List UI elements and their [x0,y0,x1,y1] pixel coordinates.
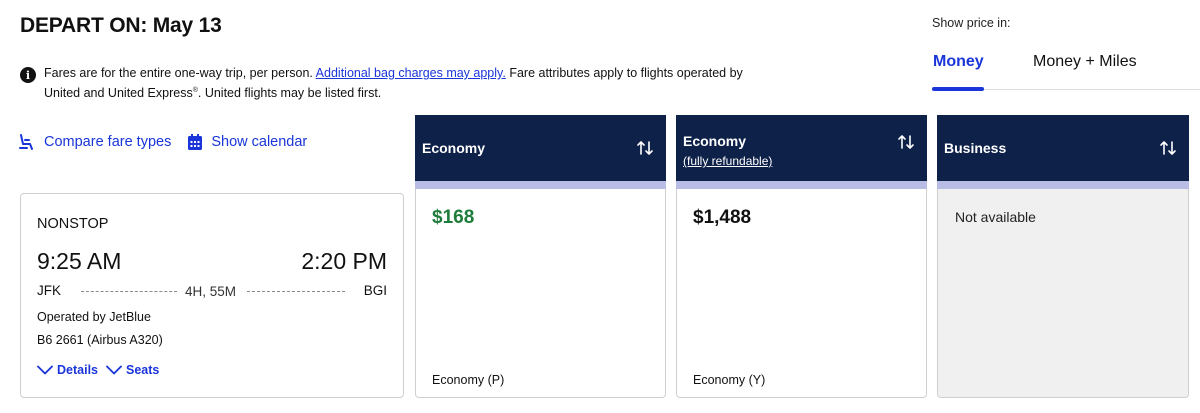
sort-icon[interactable] [636,139,654,157]
seats-button[interactable]: Seats [106,363,159,377]
details-label: Details [57,363,98,377]
fare-actions: Compare fare types Show calendar [18,133,307,151]
fare-header-strip [415,181,666,189]
tab-money-plus-miles[interactable]: Money + Miles [1033,53,1137,71]
seats-label: Seats [126,363,160,377]
departure-time: 9:25 AM [37,248,122,274]
sort-icon[interactable] [1159,139,1177,157]
flight-card: NONSTOP 9:25 AM 2:20 PM JFK 4H, 55M BGI … [20,193,404,398]
tab-money[interactable]: Money [933,53,984,71]
fare-price: $168 [432,207,475,228]
fare-column-business: Business Not available [937,115,1189,398]
fare-header-economy-refundable[interactable]: Economy (fully refundable) [676,115,927,181]
info-text-prefix: Fares are for the entire one-way trip, p… [44,66,316,80]
fare-price: $1,488 [693,207,752,228]
show-price-label: Show price in: [932,16,1011,30]
fare-class: Economy (Y) [693,373,766,387]
arrival-time: 2:20 PM [301,248,387,274]
seat-icon [19,134,33,150]
fare-cell-economy[interactable]: $168 Economy (P) [415,189,666,398]
fare-class: Economy (P) [432,373,505,387]
fare-header-economy[interactable]: Economy [415,115,666,181]
info-text-suffix: . United flights may be listed first. [197,86,382,101]
compare-fare-types-label: Compare fare types [44,134,172,150]
fare-column-economy: Economy $168 Economy (P) [415,115,666,398]
fare-cell-business: Not available [937,189,1189,398]
destination-airport: BGI [363,283,387,298]
show-calendar-label: Show calendar [211,134,308,150]
fare-header-strip [937,181,1189,189]
chevron-down-icon [106,365,122,375]
flight-card-links: Details Seats [37,363,159,377]
flight-duration: 4H, 55M [185,284,237,299]
not-available-label: Not available [955,209,1036,225]
fare-column-economy-refundable: Economy (fully refundable) $1,488 Econom… [676,115,927,398]
fare-title: Economy [683,133,747,149]
fare-info-text: Fares are for the entire one-way trip, p… [44,64,750,102]
sort-icon[interactable] [897,133,915,151]
selected-tab-indicator [932,87,984,91]
fare-title: Economy [422,140,486,156]
fare-header-business[interactable]: Business [937,115,1189,181]
info-icon: i [20,67,36,83]
fare-title: Business [944,140,1007,156]
details-button[interactable]: Details [37,363,98,377]
origin-airport: JFK [37,283,62,298]
fare-cell-economy-refundable[interactable]: $1,488 Economy (Y) [676,189,927,398]
route-line-right [247,291,345,292]
compare-fare-types-button[interactable]: Compare fare types [18,133,171,151]
calendar-icon [188,133,203,150]
chevron-down-icon [37,365,53,375]
fare-subtitle-link[interactable]: (fully refundable) [683,154,772,168]
show-calendar-button[interactable]: Show calendar [187,133,308,151]
operated-by: Operated by JetBlue [37,310,151,324]
fare-header-strip [676,181,927,189]
price-type-tabs: Money Money + Miles [932,50,1200,91]
flight-number: B6 2661 (Airbus A320) [37,333,163,347]
route-line-left [81,291,177,292]
bag-charges-link[interactable]: Additional bag charges may apply. [316,66,506,80]
fare-info-notice: i Fares are for the entire one-way trip,… [20,64,750,102]
page-title: DEPART ON: May 13 [20,14,222,37]
stops-label: NONSTOP [37,216,109,232]
